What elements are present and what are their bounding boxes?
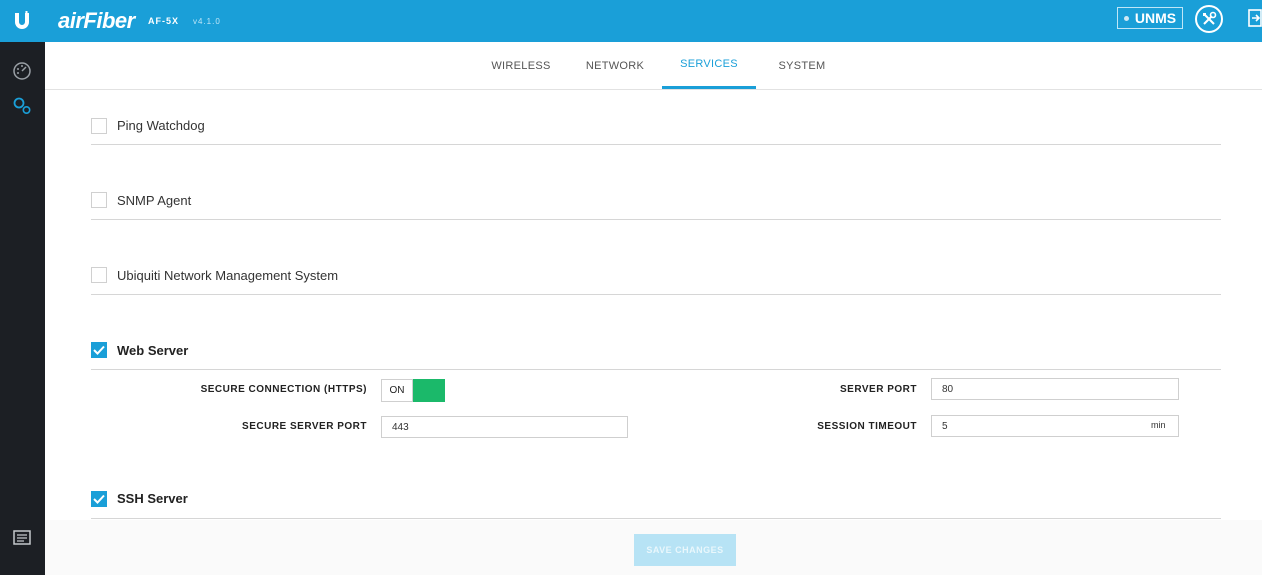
unms-checkbox[interactable]	[91, 267, 107, 283]
tools-icon[interactable]	[1195, 5, 1223, 33]
snmp-agent-label: SNMP Agent	[117, 193, 192, 208]
secure-connection-toggle[interactable]: ON	[381, 379, 445, 402]
unms-label: UNMS	[1134, 10, 1177, 26]
ssh-server-checkbox[interactable]	[91, 491, 107, 507]
tab-wireless[interactable]: WIRELESS	[485, 42, 557, 89]
web-server-checkbox[interactable]	[91, 342, 107, 358]
web-server-section: Web Server	[91, 333, 1221, 370]
snmp-agent-checkbox[interactable]	[91, 192, 107, 208]
firmware-version: v4.1.0	[193, 17, 221, 26]
log-icon[interactable]	[11, 527, 33, 549]
device-model: AF-5X	[148, 16, 180, 26]
toggle-state-label: ON	[381, 379, 413, 402]
unms-status-dot-icon	[1123, 15, 1129, 21]
save-changes-button[interactable]: SAVE CHANGES	[634, 534, 736, 566]
tab-services[interactable]: SERVICES	[662, 42, 756, 89]
checkmark-icon	[93, 494, 105, 504]
toggle-knob	[413, 379, 445, 402]
session-timeout-unit: min	[1151, 420, 1166, 430]
secure-connection-label: SECURE CONNECTION (HTTPS)	[200, 384, 367, 395]
settings-gears-icon[interactable]	[11, 95, 33, 117]
unms-section: Ubiquiti Network Management System	[91, 258, 1221, 295]
server-port-label: SERVER PORT	[840, 384, 917, 395]
unms-section-label: Ubiquiti Network Management System	[117, 268, 339, 283]
tab-system[interactable]: SYSTEM	[771, 42, 833, 89]
dashboard-gauge-icon[interactable]	[11, 60, 33, 82]
unms-button[interactable]: UNMS	[1117, 7, 1183, 29]
server-port-input[interactable]	[931, 378, 1179, 400]
ssh-server-section: SSH Server	[91, 482, 1221, 519]
secure-server-port-label: SECURE SERVER PORT	[242, 421, 367, 432]
top-bar: airFiber AF-5X v4.1.0 UNMS	[0, 0, 1262, 42]
checkmark-icon	[93, 345, 105, 355]
session-timeout-label: SESSION TIMEOUT	[817, 421, 917, 432]
session-timeout-input[interactable]	[931, 415, 1179, 437]
tab-network[interactable]: NETWORK	[577, 42, 653, 89]
web-server-label: Web Server	[117, 343, 189, 358]
ping-watchdog-label: Ping Watchdog	[117, 118, 205, 133]
ssh-server-label: SSH Server	[117, 491, 188, 506]
snmp-agent-section: SNMP Agent	[91, 183, 1221, 220]
ping-watchdog-checkbox[interactable]	[91, 118, 107, 134]
ping-watchdog-section: Ping Watchdog	[91, 108, 1221, 145]
sidebar	[0, 42, 45, 575]
settings-tabs: WIRELESS NETWORK SERVICES SYSTEM	[45, 42, 1262, 90]
secure-server-port-input[interactable]	[381, 416, 628, 438]
brand-name: airFiber	[58, 8, 135, 33]
ubiquiti-logo-icon[interactable]	[0, 0, 44, 42]
logout-icon[interactable]	[1248, 9, 1262, 27]
